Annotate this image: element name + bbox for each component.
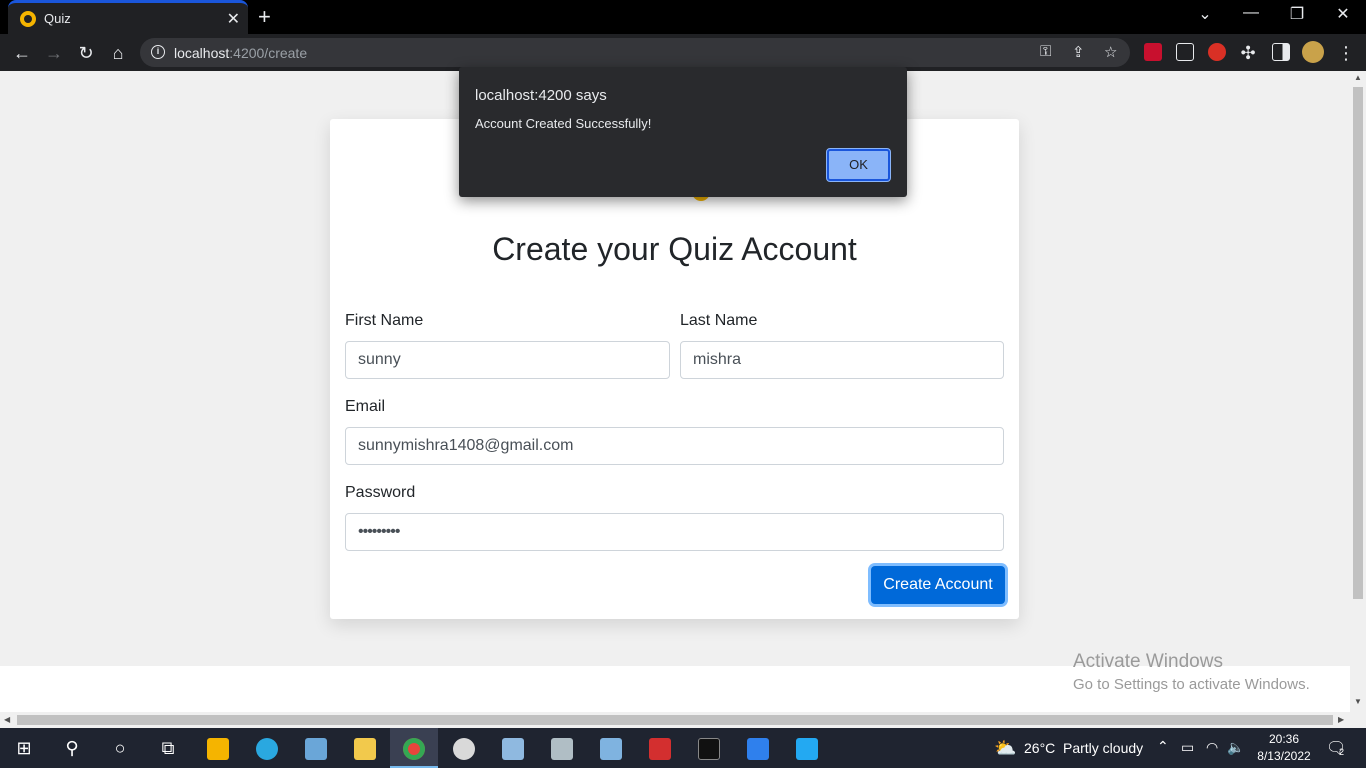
- share-icon[interactable]: ⇪: [1072, 43, 1085, 61]
- cortana-icon[interactable]: ○: [96, 728, 144, 768]
- remote-desktop-icon[interactable]: [734, 728, 782, 768]
- wifi-icon[interactable]: ◠: [1206, 739, 1218, 756]
- edge-icon[interactable]: [243, 728, 291, 768]
- battery-icon[interactable]: ▭: [1181, 739, 1194, 756]
- dialog-ok-button[interactable]: OK: [827, 149, 890, 181]
- task-view-icon[interactable]: ⧉: [144, 728, 192, 768]
- last-name-input[interactable]: mishra: [680, 341, 1004, 379]
- dialog-title: localhost:4200 says: [475, 87, 607, 104]
- password-label: Password: [345, 484, 416, 501]
- eab-extension-icon[interactable]: [1208, 43, 1226, 61]
- volume-icon[interactable]: 🔈: [1227, 739, 1244, 756]
- acrobat-icon[interactable]: [636, 728, 684, 768]
- pocket-extension-icon[interactable]: [1144, 43, 1162, 61]
- paint-app-icon[interactable]: [440, 728, 488, 768]
- vertical-scroll-thumb[interactable]: [1353, 87, 1363, 599]
- scroll-up-arrow-icon[interactable]: ▲: [1354, 73, 1362, 82]
- scroll-down-arrow-icon[interactable]: ▼: [1354, 697, 1362, 706]
- close-window-button[interactable]: ✕: [1320, 4, 1366, 24]
- url-host: localhost: [174, 45, 230, 61]
- control-panel-icon[interactable]: [587, 728, 635, 768]
- tab-close-icon[interactable]: ✕: [227, 9, 240, 29]
- email-label: Email: [345, 398, 386, 415]
- horizontal-scrollbar[interactable]: ◀ ▶: [0, 712, 1366, 728]
- search-icon[interactable]: ⚲: [48, 728, 96, 768]
- new-tab-button[interactable]: +: [258, 4, 271, 30]
- scroll-left-arrow-icon[interactable]: ◀: [4, 715, 10, 724]
- side-panel-icon[interactable]: [1272, 43, 1290, 61]
- weather-icon[interactable]: ⛅: [994, 738, 1016, 759]
- desktop-app-icon[interactable]: [292, 728, 340, 768]
- profile-avatar[interactable]: [1302, 41, 1324, 63]
- site-info-icon[interactable]: i: [151, 45, 165, 59]
- url-text[interactable]: localhost:4200/create: [174, 45, 307, 61]
- vscode-icon[interactable]: [783, 728, 831, 768]
- clock-time: 20:36: [1268, 732, 1300, 746]
- scanner-app-icon[interactable]: [538, 728, 586, 768]
- tab-search-dropdown-icon[interactable]: ⌄: [1182, 4, 1228, 24]
- notification-count: 2: [1339, 747, 1345, 757]
- page-title: Create your Quiz Account: [492, 231, 857, 267]
- browser-toolbar: ← → ↻ ⌂ i localhost:4200/create ⚿ ⇪ ☆ ✣ …: [0, 34, 1366, 71]
- tab-strip: Quiz ✕ + ⌄ — ❐ ✕: [0, 0, 1366, 34]
- key-icon[interactable]: ⚿: [1040, 43, 1051, 60]
- extensions-puzzle-icon[interactable]: ✣: [1236, 41, 1260, 65]
- clock-date: 8/13/2022: [1257, 749, 1311, 763]
- start-windows-icon[interactable]: ⊞: [0, 728, 48, 768]
- reading-extension-icon[interactable]: [1176, 43, 1194, 61]
- weather-temp[interactable]: 26°C: [1024, 740, 1055, 756]
- file-explorer-icon[interactable]: [341, 728, 389, 768]
- vertical-scrollbar[interactable]: ▲ ▼: [1350, 71, 1366, 712]
- address-bar[interactable]: i localhost:4200/create ⚿ ⇪ ☆: [140, 38, 1130, 67]
- activate-windows-title: Activate Windows: [1073, 651, 1223, 672]
- back-arrow-icon[interactable]: ←: [10, 41, 34, 65]
- quiz-favicon-icon: [20, 11, 36, 27]
- system-clock[interactable]: 20:36 8/13/2022: [1249, 731, 1319, 765]
- last-name-label: Last Name: [680, 312, 758, 329]
- browser-tab[interactable]: Quiz ✕: [8, 0, 248, 34]
- store-icon[interactable]: [194, 728, 242, 768]
- activate-windows-subtitle: Go to Settings to activate Windows.: [1073, 676, 1310, 693]
- bookmark-star-icon[interactable]: ☆: [1104, 43, 1117, 61]
- chrome-icon[interactable]: [390, 728, 438, 768]
- tray-chevron-icon[interactable]: ⌃: [1157, 738, 1169, 755]
- reload-icon[interactable]: ↻: [74, 41, 98, 65]
- minimize-button[interactable]: —: [1228, 4, 1274, 22]
- restore-button[interactable]: ❐: [1274, 4, 1320, 24]
- scroll-right-arrow-icon[interactable]: ▶: [1338, 715, 1344, 724]
- terminal-icon[interactable]: [685, 728, 733, 768]
- dialog-message: Account Created Successfully!: [475, 116, 652, 131]
- notes-app-icon[interactable]: [489, 728, 537, 768]
- forward-arrow-icon[interactable]: →: [42, 41, 66, 65]
- horizontal-scroll-thumb[interactable]: [17, 715, 1333, 725]
- first-name-label: First Name: [345, 312, 424, 329]
- tab-title: Quiz: [44, 11, 71, 26]
- windows-taskbar: ⊞ ⚲ ○ ⧉ ⛅ 26°C Partly cloudy ⌃ ▭ ◠ 🔈 20:…: [0, 728, 1366, 768]
- email-input[interactable]: sunnymishra1408@gmail.com: [345, 427, 1004, 465]
- alert-dialog: localhost:4200 says Account Created Succ…: [459, 67, 907, 197]
- password-input[interactable]: •••••••••: [345, 513, 1004, 551]
- url-path: :4200/create: [229, 45, 308, 61]
- first-name-input[interactable]: sunny: [345, 341, 670, 379]
- menu-kebab-icon[interactable]: ⋮: [1334, 41, 1358, 65]
- home-icon[interactable]: ⌂: [106, 41, 130, 65]
- weather-text[interactable]: Partly cloudy: [1063, 740, 1143, 756]
- create-account-button[interactable]: Create Account: [871, 566, 1005, 604]
